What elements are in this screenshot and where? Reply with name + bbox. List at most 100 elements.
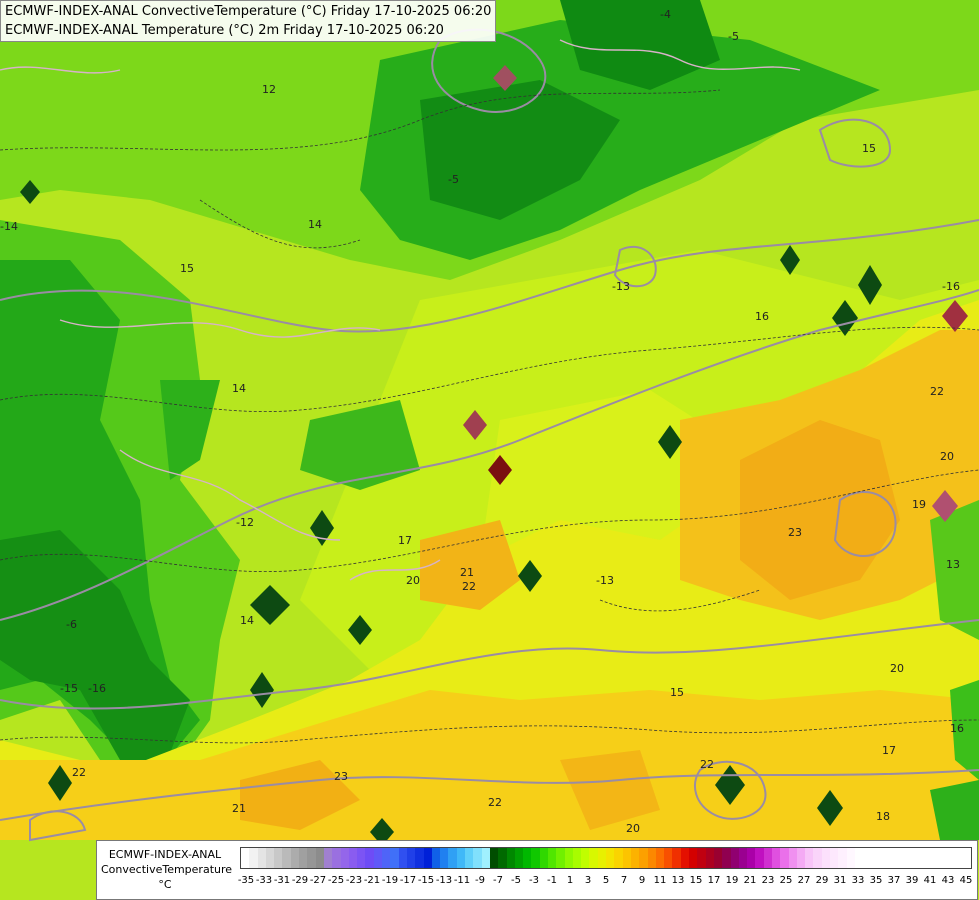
contour-label: 22 bbox=[462, 580, 476, 593]
legend-swatch bbox=[962, 848, 972, 868]
legend-tick-label: 19 bbox=[725, 875, 739, 886]
contour-label: 13 bbox=[946, 558, 960, 571]
legend-swatch bbox=[647, 848, 656, 868]
legend-swatch bbox=[830, 848, 839, 868]
legend-swatch bbox=[423, 848, 432, 868]
legend-swatch bbox=[780, 848, 789, 868]
legend-swatch bbox=[415, 848, 424, 868]
map-title-line-1: ECMWF-INDEX-ANAL ConvectiveTemperature (… bbox=[5, 4, 492, 19]
legend-swatch bbox=[365, 848, 374, 868]
legend-tick-label: -17 bbox=[399, 875, 417, 886]
legend-swatch bbox=[398, 848, 407, 868]
legend-swatch bbox=[556, 848, 565, 868]
contour-label: 18 bbox=[876, 810, 890, 823]
legend-swatch bbox=[290, 848, 300, 868]
contour-label: 23 bbox=[334, 770, 348, 783]
legend-swatch bbox=[630, 848, 640, 868]
legend-swatch bbox=[589, 848, 598, 868]
legend-swatch bbox=[523, 848, 532, 868]
contour-label: 19 bbox=[912, 498, 926, 511]
legend-swatches bbox=[240, 847, 973, 869]
legend-swatch bbox=[896, 848, 905, 868]
legend-swatch bbox=[547, 848, 557, 868]
legend-ticks: -35 -33 -31 -29 -27 -25 -23 -21 -19 -17 -15 -13 -11-… bbox=[238, 875, 974, 889]
legend-swatch bbox=[913, 848, 922, 868]
contour-label: -16 bbox=[88, 682, 106, 695]
legend-swatch bbox=[730, 848, 739, 868]
legend-swatch bbox=[772, 848, 781, 868]
legend-swatch bbox=[564, 848, 573, 868]
map-title-line-2: ECMWF-INDEX-ANAL Temperature (°C) 2m Fri… bbox=[5, 23, 444, 38]
legend-swatch bbox=[672, 848, 681, 868]
legend-tick-label: -31 bbox=[273, 875, 291, 886]
contour-label: 20 bbox=[890, 662, 904, 675]
legend-swatch bbox=[431, 848, 441, 868]
contour-label: 22 bbox=[72, 766, 86, 779]
legend-name: ECMWF-INDEX-ANAL ConvectiveTemperature °… bbox=[101, 847, 233, 892]
legend-swatch bbox=[796, 848, 806, 868]
weather-map: 12 14 15 -5 -5 -4 15 -13 -16 -14 16 22 2… bbox=[0, 0, 979, 900]
legend-tick-label: 9 bbox=[638, 875, 646, 886]
legend-tick-label: 35 bbox=[869, 875, 883, 886]
legend-swatch bbox=[813, 848, 822, 868]
legend-name-line-2: ConvectiveTemperature bbox=[101, 863, 233, 876]
legend-tick-label: -19 bbox=[381, 875, 399, 886]
legend-swatch bbox=[854, 848, 864, 868]
legend-tick-label: -9 bbox=[475, 875, 485, 886]
legend-swatch bbox=[904, 848, 914, 868]
legend-swatch bbox=[348, 848, 358, 868]
contour-label: 14 bbox=[240, 614, 254, 627]
legend-tick-label: 33 bbox=[851, 875, 865, 886]
legend-tick-label: 37 bbox=[887, 875, 901, 886]
contour-label: 17 bbox=[882, 744, 896, 757]
legend-swatch bbox=[921, 848, 930, 868]
legend-tick-label: -15 bbox=[417, 875, 435, 886]
legend-swatch bbox=[340, 848, 349, 868]
legend-tick-label: 5 bbox=[602, 875, 610, 886]
legend-swatch bbox=[705, 848, 714, 868]
legend-tick-label: -27 bbox=[309, 875, 327, 886]
legend-swatch bbox=[249, 848, 258, 868]
legend-swatch bbox=[606, 848, 615, 868]
legend-swatch bbox=[373, 848, 383, 868]
legend-tick-label: 1 bbox=[566, 875, 574, 886]
legend-tick-label: 39 bbox=[905, 875, 919, 886]
legend-tick-label: 27 bbox=[797, 875, 811, 886]
contour-label: 21 bbox=[460, 566, 474, 579]
legend-swatch bbox=[946, 848, 955, 868]
legend-swatch bbox=[323, 848, 333, 868]
legend-swatch bbox=[697, 848, 706, 868]
legend-swatch bbox=[382, 848, 391, 868]
contour-label: 14 bbox=[232, 382, 246, 395]
contour-label: 15 bbox=[180, 262, 194, 275]
legend-tick-label: -23 bbox=[345, 875, 363, 886]
legend-tick-label: 31 bbox=[833, 875, 847, 886]
legend-swatch bbox=[531, 848, 540, 868]
legend-swatch bbox=[299, 848, 308, 868]
legend-tick-label: -13 bbox=[435, 875, 453, 886]
legend-name-line-1: ECMWF-INDEX-ANAL bbox=[108, 848, 222, 861]
legend-tick-label: 25 bbox=[779, 875, 793, 886]
legend-swatch bbox=[879, 848, 889, 868]
legend-swatch bbox=[357, 848, 366, 868]
legend-tick-label: 43 bbox=[941, 875, 955, 886]
contour-label: 17 bbox=[398, 534, 412, 547]
legend-tick-label: 15 bbox=[689, 875, 703, 886]
legend-swatch bbox=[639, 848, 648, 868]
legend-tick-label: -11 bbox=[453, 875, 471, 886]
legend-tick-label: 3 bbox=[584, 875, 592, 886]
contour-label: -12 bbox=[236, 516, 254, 529]
legend-swatch bbox=[937, 848, 947, 868]
contour-label: 15 bbox=[670, 686, 684, 699]
legend-swatch bbox=[274, 848, 283, 868]
contour-label: -16 bbox=[942, 280, 960, 293]
contour-label: 23 bbox=[788, 526, 802, 539]
legend-tick-label: 45 bbox=[959, 875, 973, 886]
legend-tick-label: 29 bbox=[815, 875, 829, 886]
legend-swatch bbox=[514, 848, 524, 868]
contour-label: 21 bbox=[232, 802, 246, 815]
contour-label: -4 bbox=[660, 8, 671, 21]
legend-swatch bbox=[722, 848, 731, 868]
legend-swatch bbox=[572, 848, 582, 868]
legend-swatch bbox=[265, 848, 275, 868]
